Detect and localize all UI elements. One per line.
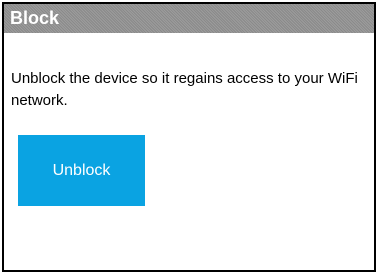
- unblock-button[interactable]: Unblock: [18, 135, 145, 206]
- unblock-description: Unblock the device so it regains access …: [11, 70, 358, 109]
- dialog-title: Block: [4, 4, 374, 33]
- block-dialog: Block Unblock the device so it regains a…: [2, 2, 376, 272]
